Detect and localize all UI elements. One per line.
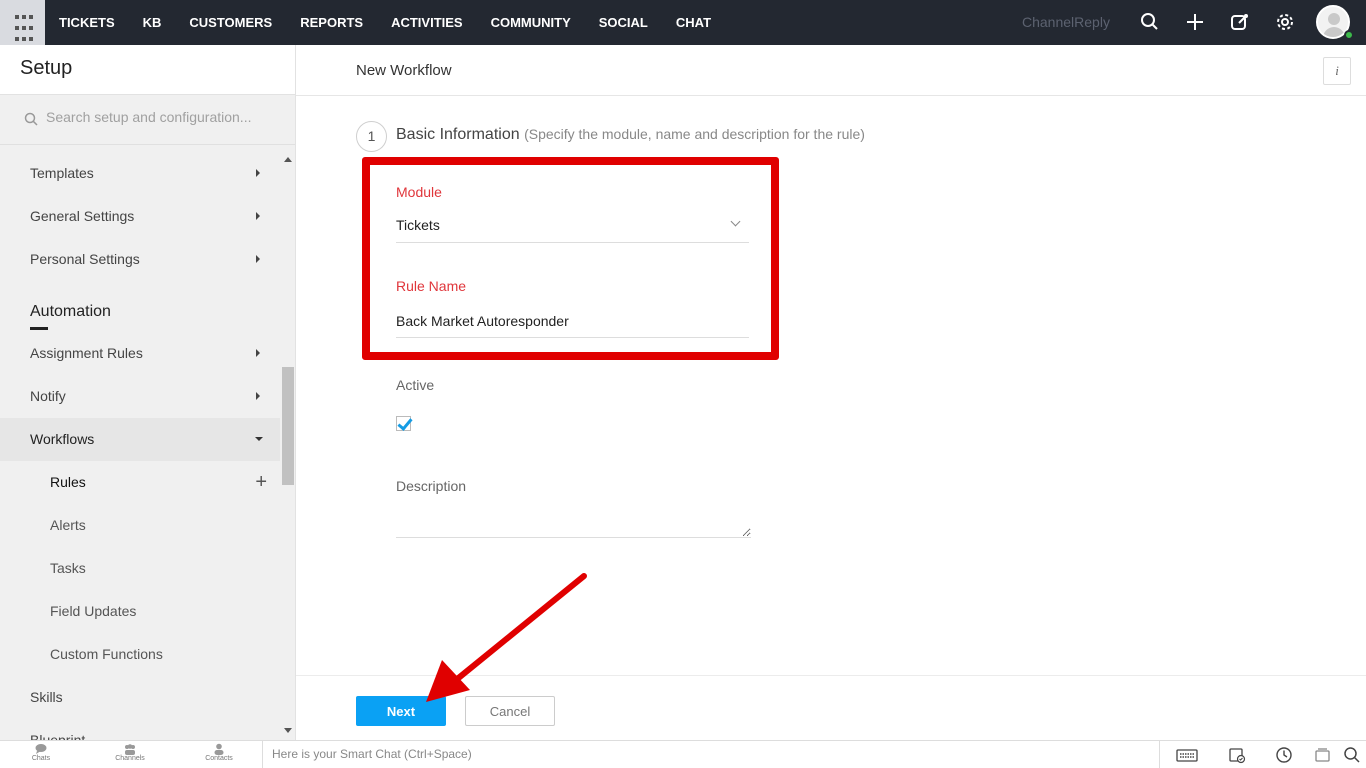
apps-grid-icon[interactable] <box>0 0 45 45</box>
nav-social[interactable]: SOCIAL <box>585 0 662 45</box>
sidebar-item-label: Workflows <box>30 431 95 447</box>
keyboard-icon[interactable] <box>1176 746 1198 764</box>
chevron-right-icon <box>256 255 260 263</box>
cancel-button[interactable]: Cancel <box>465 696 555 726</box>
nav-tickets[interactable]: TICKETS <box>45 0 129 45</box>
sidebar-item-skills[interactable]: Skills <box>0 676 280 719</box>
footer-divider <box>296 675 1366 676</box>
main-content: New Workflow i 1 Basic Information (Spec… <box>296 45 1366 740</box>
active-label: Active <box>396 377 435 393</box>
sidebar-item-general-settings[interactable]: General Settings <box>0 195 280 238</box>
search-icon <box>24 112 38 126</box>
setup-title: Setup <box>20 57 73 79</box>
clock-icon[interactable] <box>1275 746 1293 764</box>
sidebar-item-label: Blueprint <box>30 732 86 740</box>
sidebar-item-label: Tasks <box>50 560 86 576</box>
sidebar-item-assignment-rules[interactable]: Assignment Rules <box>0 332 280 375</box>
chevron-down-icon <box>255 437 263 441</box>
gear-icon[interactable] <box>1274 11 1296 33</box>
smart-chat-input[interactable]: Here is your Smart Chat (Ctrl+Space) <box>262 741 1160 768</box>
step-title: Basic Information (Specify the module, n… <box>396 126 865 144</box>
chat-bubble-icon <box>35 744 47 754</box>
chats-tab-label: Chats <box>31 755 51 762</box>
sidebar-item-label: General Settings <box>30 208 135 224</box>
sidebar-item-label: Rules <box>50 474 86 490</box>
highlight-box <box>362 157 779 360</box>
bottom-bar: Chats Channels Contacts Here is your Sma… <box>0 740 1366 768</box>
inbox-icon[interactable] <box>1314 746 1332 764</box>
setup-menu: Templates General Settings Personal Sett… <box>0 145 280 740</box>
step-title-text: Basic Information <box>396 126 520 143</box>
search-icon[interactable] <box>1343 746 1361 764</box>
info-icon[interactable]: i <box>1323 57 1351 85</box>
compose-icon[interactable] <box>1229 11 1251 33</box>
brand-name: ChannelReply <box>1022 14 1110 30</box>
sidebar-item-workflows[interactable]: Workflows <box>0 418 280 461</box>
nav-chat[interactable]: CHAT <box>662 0 725 45</box>
sidebar-item-tasks[interactable]: Tasks <box>0 547 280 590</box>
setup-sidebar: Setup Templates General Settings Persona… <box>0 45 296 740</box>
sidebar-item-templates[interactable]: Templates <box>0 152 280 195</box>
chats-tab[interactable]: Chats <box>11 743 71 762</box>
setup-search <box>0 95 295 145</box>
sidebar-item-notify[interactable]: Notify <box>0 375 280 418</box>
plus-icon[interactable] <box>1184 11 1206 33</box>
add-rule-plus-icon[interactable]: + <box>255 472 267 492</box>
sidebar-item-label: Assignment Rules <box>30 345 143 361</box>
sidebar-item-personal-settings[interactable]: Personal Settings <box>0 238 280 281</box>
chevron-right-icon <box>256 212 260 220</box>
sidebar-scrollbar[interactable] <box>281 145 295 740</box>
sidebar-item-blueprint[interactable]: Blueprint <box>0 719 280 740</box>
page-title: New Workflow <box>356 62 452 79</box>
sidebar-item-label: Templates <box>30 165 94 181</box>
channels-tab[interactable]: Channels <box>100 743 160 762</box>
chevron-right-icon <box>256 392 260 400</box>
sidebar-item-label: Alerts <box>50 517 86 533</box>
sidebar-item-label: Field Updates <box>50 603 137 619</box>
contacts-tab-label: Contacts <box>205 755 233 762</box>
sidebar-item-field-updates[interactable]: Field Updates <box>0 590 280 633</box>
setup-search-input[interactable] <box>46 109 266 125</box>
sidebar-item-custom-functions[interactable]: Custom Functions <box>0 633 280 676</box>
page-header: New Workflow i <box>296 45 1366 96</box>
sidebar-item-label: Notify <box>30 388 66 404</box>
description-label: Description <box>396 478 467 494</box>
nav-customers[interactable]: CUSTOMERS <box>175 0 286 45</box>
nav-reports[interactable]: REPORTS <box>286 0 377 45</box>
nav-community[interactable]: COMMUNITY <box>477 0 585 45</box>
sidebar-item-label: Personal Settings <box>30 251 140 267</box>
group-icon <box>125 744 135 755</box>
sidebar-item-label: Skills <box>30 689 63 705</box>
section-heading-automation: Automation <box>30 303 111 330</box>
description-textarea[interactable] <box>396 503 751 538</box>
scroll-up-arrow-icon[interactable] <box>284 157 292 162</box>
calendar-check-icon[interactable] <box>1228 746 1246 764</box>
top-navigation-bar: TICKETS KB CUSTOMERS REPORTS ACTIVITIES … <box>0 0 1366 45</box>
online-status-dot <box>1344 30 1354 40</box>
sidebar-item-label: Custom Functions <box>50 646 163 662</box>
scroll-down-arrow-icon[interactable] <box>284 728 292 733</box>
setup-header: Setup <box>0 45 295 95</box>
nav-activities[interactable]: ACTIVITIES <box>377 0 477 45</box>
next-button[interactable]: Next <box>356 696 446 726</box>
sidebar-item-alerts[interactable]: Alerts <box>0 504 280 547</box>
chevron-right-icon <box>256 349 260 357</box>
search-icon[interactable] <box>1139 11 1161 33</box>
chevron-right-icon <box>256 169 260 177</box>
step-number: 1 <box>356 121 387 152</box>
nav-kb[interactable]: KB <box>129 0 176 45</box>
scroll-thumb[interactable] <box>282 367 294 485</box>
contacts-tab[interactable]: Contacts <box>189 743 249 762</box>
active-checkbox[interactable] <box>396 416 411 431</box>
sidebar-item-rules[interactable]: Rules + <box>0 461 280 504</box>
channels-tab-label: Channels <box>115 755 145 762</box>
step-note: (Specify the module, name and descriptio… <box>524 126 865 142</box>
person-icon <box>214 743 224 755</box>
main-nav: TICKETS KB CUSTOMERS REPORTS ACTIVITIES … <box>45 0 725 45</box>
